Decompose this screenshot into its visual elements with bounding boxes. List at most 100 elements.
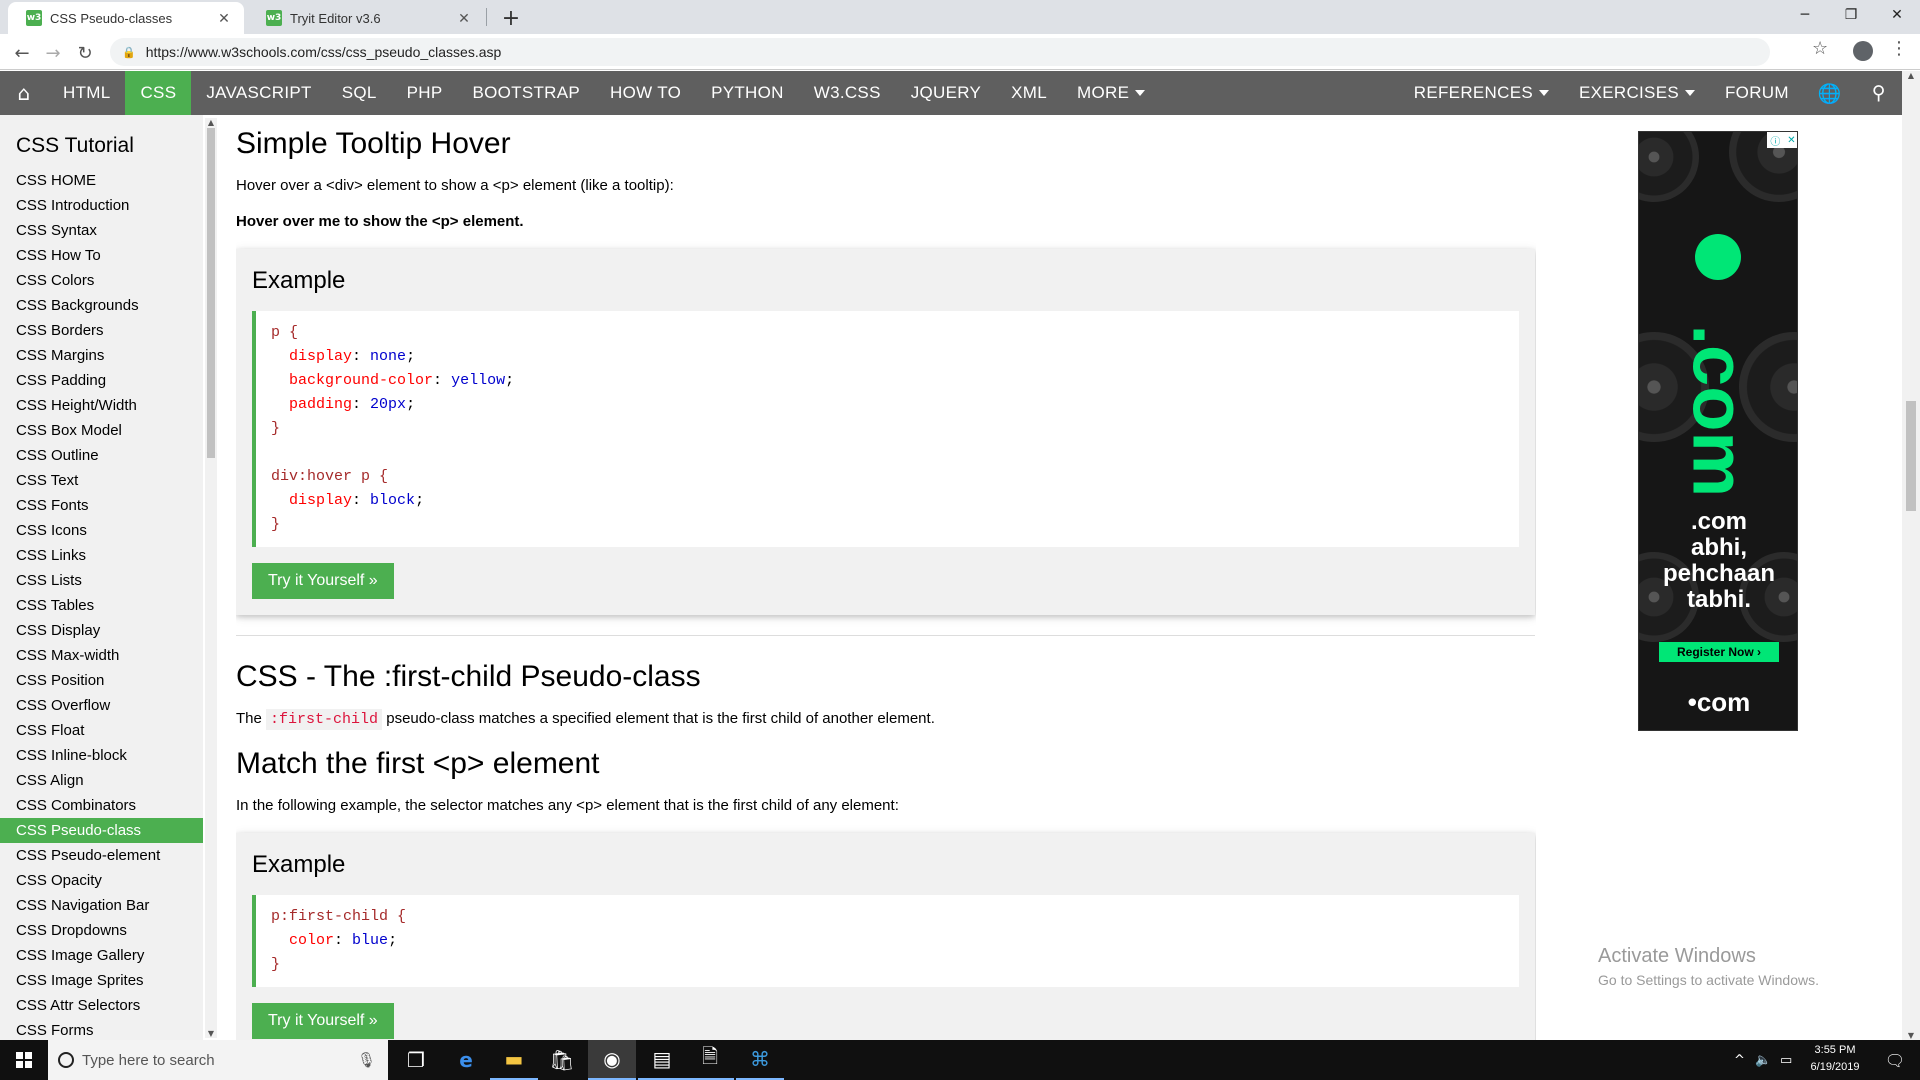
close-tab-icon[interactable]: ✕ bbox=[456, 10, 472, 26]
new-tab-button[interactable]: + bbox=[497, 4, 525, 32]
sidebar-item[interactable]: CSS Max-width bbox=[0, 643, 203, 668]
globe-icon[interactable]: 🌐 bbox=[1804, 71, 1856, 115]
sidebar-item[interactable]: CSS Pseudo-class bbox=[0, 818, 203, 843]
nav-jquery[interactable]: JQUERY bbox=[896, 71, 996, 115]
nav-javascript[interactable]: JAVASCRIPT bbox=[191, 71, 326, 115]
store-icon[interactable]: 🛍 bbox=[538, 1040, 586, 1080]
home-icon[interactable]: ⌂ bbox=[0, 71, 48, 115]
page-scroll-thumb[interactable] bbox=[1906, 401, 1916, 511]
sidebar-item[interactable]: CSS Outline bbox=[0, 443, 203, 468]
nav-more-dropdown[interactable]: MORE bbox=[1062, 71, 1160, 115]
bookmark-star-icon[interactable]: ☆ bbox=[1812, 38, 1828, 59]
sidebar-item[interactable]: CSS Overflow bbox=[0, 693, 203, 718]
sidebar-item[interactable]: CSS Navigation Bar bbox=[0, 893, 203, 918]
nav-exercises-dropdown[interactable]: EXERCISES bbox=[1564, 71, 1710, 115]
task-view-icon[interactable]: ❐ bbox=[392, 1040, 440, 1080]
notepad-icon[interactable]: 🗎 bbox=[686, 1040, 734, 1080]
sidebar-item[interactable]: CSS Fonts bbox=[0, 493, 203, 518]
nav-html[interactable]: HTML bbox=[48, 71, 125, 115]
profile-avatar-icon[interactable] bbox=[1853, 41, 1873, 61]
advertisement-banner[interactable]: .com .com abhi, pehchaan tabhi. Register… bbox=[1638, 131, 1798, 731]
sidebar-item[interactable]: CSS Display bbox=[0, 618, 203, 643]
tab-tryit-editor[interactable]: w3 Tryit Editor v3.6 ✕ bbox=[248, 2, 484, 34]
sidebar-item[interactable]: CSS HOME bbox=[0, 168, 203, 193]
sidebar-item[interactable]: CSS Tables bbox=[0, 593, 203, 618]
scroll-up-arrow-icon[interactable]: ▲ bbox=[1902, 71, 1920, 80]
sidebar-item[interactable]: CSS Align bbox=[0, 768, 203, 793]
sidebar-item[interactable]: CSS Image Gallery bbox=[0, 943, 203, 968]
vscode-icon[interactable]: ⌘ bbox=[736, 1040, 784, 1080]
sidebar-item[interactable]: CSS Links bbox=[0, 543, 203, 568]
address-bar[interactable]: 🔒 https://www.w3schools.com/css/css_pseu… bbox=[110, 38, 1770, 66]
nav-sql[interactable]: SQL bbox=[327, 71, 392, 115]
start-button[interactable] bbox=[0, 1040, 48, 1080]
nav-css[interactable]: CSS bbox=[125, 71, 192, 115]
green-dot-graphic bbox=[1695, 234, 1741, 280]
speaker-icon[interactable]: 🔈 bbox=[1755, 1040, 1771, 1080]
ad-register-button[interactable]: Register Now › bbox=[1659, 642, 1779, 662]
sidebar-item[interactable]: CSS Text bbox=[0, 468, 203, 493]
reload-icon[interactable]: ↻ bbox=[72, 40, 98, 66]
media-app-icon[interactable]: ▤ bbox=[638, 1040, 686, 1080]
scroll-up-arrow-icon[interactable]: ▲ bbox=[205, 118, 217, 127]
sidebar-item[interactable]: CSS Inline-block bbox=[0, 743, 203, 768]
microphone-icon[interactable]: 🎙 bbox=[357, 1051, 376, 1069]
nav-python[interactable]: PYTHON bbox=[696, 71, 799, 115]
taskbar-search-box[interactable]: Type here to search 🎙 bbox=[48, 1040, 388, 1080]
sidebar-item[interactable]: CSS Box Model bbox=[0, 418, 203, 443]
forward-arrow-icon[interactable]: → bbox=[40, 40, 66, 66]
try-it-yourself-button[interactable]: Try it Yourself » bbox=[252, 1003, 394, 1039]
sidebar-item[interactable]: CSS Backgrounds bbox=[0, 293, 203, 318]
nav-forum[interactable]: FORUM bbox=[1710, 71, 1804, 115]
search-icon[interactable]: ⚲ bbox=[1856, 71, 1902, 115]
sidebar-item[interactable]: CSS Float bbox=[0, 718, 203, 743]
sidebar-item[interactable]: CSS Syntax bbox=[0, 218, 203, 243]
nav-references-label: REFERENCES bbox=[1413, 83, 1533, 102]
sidebar-scroll-thumb[interactable] bbox=[207, 128, 215, 458]
system-clock[interactable]: 3:55 PM 6/19/2019 bbox=[1800, 1042, 1870, 1076]
sidebar-item[interactable]: CSS How To bbox=[0, 243, 203, 268]
notifications-icon[interactable]: 🗨 bbox=[1870, 1040, 1920, 1080]
sidebar-item[interactable]: CSS Padding bbox=[0, 368, 203, 393]
chrome-browser-icon[interactable]: ◉ bbox=[588, 1040, 636, 1080]
sidebar-item[interactable]: CSS Height/Width bbox=[0, 393, 203, 418]
nav-php[interactable]: PHP bbox=[392, 71, 458, 115]
sidebar-item[interactable]: CSS Attr Selectors bbox=[0, 993, 203, 1018]
close-window-button[interactable]: ✕ bbox=[1874, 0, 1920, 30]
network-icon[interactable]: ▭ bbox=[1780, 1040, 1792, 1080]
browser-menu-icon[interactable]: ⋮ bbox=[1890, 38, 1908, 59]
sidebar-item[interactable]: CSS Colors bbox=[0, 268, 203, 293]
ad-choices-icon[interactable]: ⓘ ✕ bbox=[1767, 132, 1797, 148]
page-scrollbar[interactable]: ▲ ▼ bbox=[1902, 71, 1920, 1040]
edge-browser-icon[interactable]: e bbox=[442, 1040, 490, 1080]
back-arrow-icon[interactable]: ← bbox=[9, 40, 35, 66]
try-it-yourself-button[interactable]: Try it Yourself » bbox=[252, 563, 394, 599]
scroll-down-arrow-icon[interactable]: ▼ bbox=[1902, 1031, 1920, 1040]
scroll-down-arrow-icon[interactable]: ▼ bbox=[205, 1029, 217, 1038]
restore-button[interactable]: ❐ bbox=[1828, 0, 1874, 30]
sidebar-item[interactable]: CSS Image Sprites bbox=[0, 968, 203, 993]
nav-how-to[interactable]: HOW TO bbox=[595, 71, 696, 115]
sidebar-item[interactable]: CSS Position bbox=[0, 668, 203, 693]
sidebar-item[interactable]: CSS Icons bbox=[0, 518, 203, 543]
tooltip-hover-demo[interactable]: Hover over me to show the <p> element. bbox=[236, 211, 1536, 233]
minimize-button[interactable]: ─ bbox=[1782, 0, 1828, 30]
tray-chevron-up-icon[interactable]: ^ bbox=[1734, 1040, 1745, 1080]
nav-xml[interactable]: XML bbox=[996, 71, 1062, 115]
sidebar-item[interactable]: CSS Pseudo-element bbox=[0, 843, 203, 868]
nav-references-dropdown[interactable]: REFERENCES bbox=[1399, 71, 1564, 115]
sidebar-item[interactable]: CSS Lists bbox=[0, 568, 203, 593]
sidebar-item[interactable]: CSS Margins bbox=[0, 343, 203, 368]
sidebar-item[interactable]: CSS Borders bbox=[0, 318, 203, 343]
sidebar-item[interactable]: CSS Introduction bbox=[0, 193, 203, 218]
sidebar-item[interactable]: CSS Combinators bbox=[0, 793, 203, 818]
file-explorer-icon[interactable]: ▬ bbox=[490, 1040, 538, 1080]
sidebar-item[interactable]: CSS Opacity bbox=[0, 868, 203, 893]
sidebar-item[interactable]: CSS Dropdowns bbox=[0, 918, 203, 943]
nav-bootstrap[interactable]: BOOTSTRAP bbox=[457, 71, 595, 115]
sidebar-scrollbar[interactable]: ▲ ▼ bbox=[205, 118, 217, 1038]
tab-css-pseudo-classes[interactable]: w3 CSS Pseudo-classes ✕ bbox=[8, 2, 244, 34]
nav-w3css[interactable]: W3.CSS bbox=[799, 71, 896, 115]
close-tab-icon[interactable]: ✕ bbox=[216, 10, 232, 26]
sidebar-item[interactable]: CSS Forms bbox=[0, 1018, 203, 1040]
